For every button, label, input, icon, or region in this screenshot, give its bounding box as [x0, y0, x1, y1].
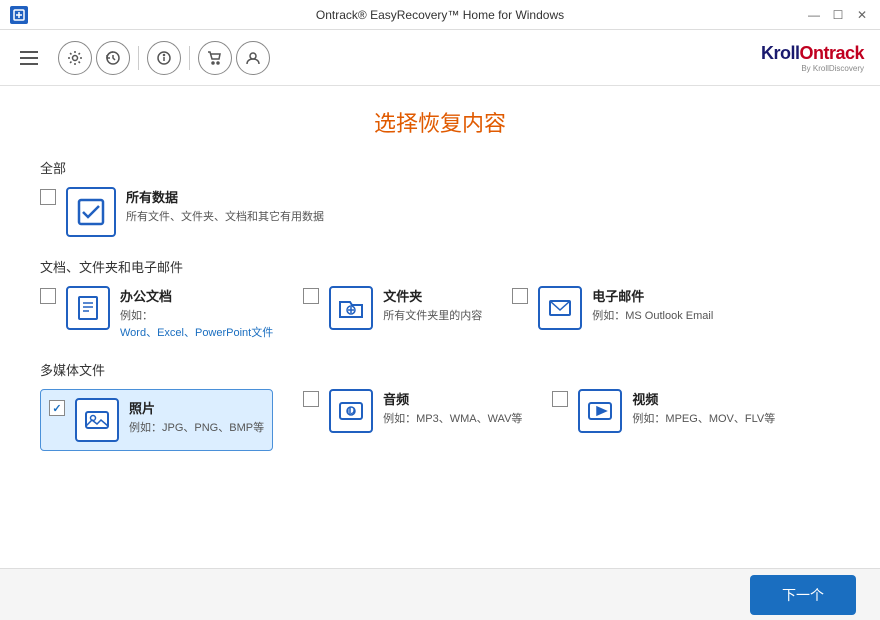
app-icon	[10, 6, 28, 24]
photo-icon-box	[75, 398, 119, 442]
photo-icon	[83, 406, 111, 434]
all-data-option[interactable]: 所有数据 所有文件、文件夹、文档和其它有用数据	[40, 187, 840, 237]
office-name: 办公文档	[120, 286, 273, 305]
next-button[interactable]: 下一个	[750, 575, 856, 615]
video-icon-box	[578, 389, 622, 433]
toolbar-divider-1	[138, 46, 139, 70]
all-data-icon-box	[66, 187, 116, 237]
video-icon	[586, 397, 614, 425]
page-title: 选择恢复内容	[40, 106, 840, 138]
section-docs-label: 文档、文件夹和电子邮件	[40, 257, 840, 276]
brand-logo: KrollOntrack By KrollDiscovery	[761, 43, 864, 73]
section-media-label: 多媒体文件	[40, 360, 840, 379]
office-option[interactable]: 办公文档 例如： Word、Excel、PowerPoint文件	[40, 286, 273, 340]
docs-options-row: 办公文档 例如： Word、Excel、PowerPoint文件	[40, 286, 840, 340]
audio-sub: 例如：MP3、WMA、WAV等	[383, 410, 522, 426]
history-button[interactable]	[96, 41, 130, 75]
window-title: Ontrack® EasyRecovery™ Home for Windows	[316, 8, 564, 22]
section-all-label: 全部	[40, 158, 840, 177]
video-checkbox[interactable]	[552, 391, 568, 407]
info-button[interactable]	[147, 41, 181, 75]
office-text: 办公文档 例如： Word、Excel、PowerPoint文件	[120, 286, 273, 340]
folder-icon	[337, 294, 365, 322]
audio-text: 音频 例如：MP3、WMA、WAV等	[383, 389, 522, 426]
title-bar-left	[10, 6, 28, 24]
title-bar: Ontrack® EasyRecovery™ Home for Windows …	[0, 0, 880, 30]
close-button[interactable]: ✕	[854, 7, 870, 23]
footer-bar: 下一个	[0, 568, 880, 620]
photo-text: 照片 例如：JPG、PNG、BMP等	[129, 398, 264, 435]
all-data-icon	[75, 196, 107, 228]
title-bar-controls: — ☐ ✕	[806, 7, 870, 23]
toolbar: KrollOntrack By KrollDiscovery	[0, 30, 880, 86]
office-sub: 例如：	[120, 307, 273, 323]
photo-checkbox[interactable]	[49, 400, 65, 416]
section-docs: 文档、文件夹和电子邮件 办公文档 例如： Word、Excel、PowerPoi	[40, 257, 840, 340]
audio-icon	[337, 397, 365, 425]
folder-icon-box	[329, 286, 373, 330]
email-sub: 例如：MS Outlook Email	[592, 307, 713, 323]
maximize-button[interactable]: ☐	[830, 7, 846, 23]
folder-name: 文件夹	[383, 286, 482, 305]
media-options-row: 照片 例如：JPG、PNG、BMP等	[40, 389, 840, 451]
audio-checkbox[interactable]	[303, 391, 319, 407]
all-data-name: 所有数据	[126, 187, 324, 206]
video-option[interactable]: 视频 例如：MPEG、MOV、FLV等	[552, 389, 775, 433]
office-icon-box	[66, 286, 110, 330]
audio-name: 音频	[383, 389, 522, 408]
brand-area: KrollOntrack By KrollDiscovery	[761, 43, 864, 73]
section-media: 多媒体文件 照片 例如：JPG、PNG、BMP等	[40, 360, 840, 451]
settings-button[interactable]	[58, 41, 92, 75]
office-icon	[74, 294, 102, 322]
cart-button[interactable]	[198, 41, 232, 75]
email-icon	[546, 294, 574, 322]
toolbar-left	[16, 41, 270, 75]
email-checkbox[interactable]	[512, 288, 528, 304]
folder-text: 文件夹 所有文件夹里的内容	[383, 286, 482, 323]
all-data-text: 所有数据 所有文件、文件夹、文档和其它有用数据	[126, 187, 324, 224]
office-checkbox[interactable]	[40, 288, 56, 304]
audio-option[interactable]: 音频 例如：MP3、WMA、WAV等	[303, 389, 522, 433]
section-all: 全部 所有数据 所有文件、文件夹、文档和其它有用数据	[40, 158, 840, 237]
all-data-checkbox[interactable]	[40, 189, 56, 205]
video-sub: 例如：MPEG、MOV、FLV等	[632, 410, 775, 426]
email-name: 电子邮件	[592, 286, 713, 305]
main-content: 选择恢复内容 全部 所有数据 所有文件、文件夹、文档和其它有用数据 文档、文件夹…	[0, 86, 880, 568]
email-option[interactable]: 电子邮件 例如：MS Outlook Email	[512, 286, 713, 330]
video-name: 视频	[632, 389, 775, 408]
all-data-desc: 所有文件、文件夹、文档和其它有用数据	[126, 208, 324, 224]
folder-option[interactable]: 文件夹 所有文件夹里的内容	[303, 286, 482, 330]
minimize-button[interactable]: —	[806, 7, 822, 23]
photo-option[interactable]: 照片 例如：JPG、PNG、BMP等	[40, 389, 273, 451]
photo-sub: 例如：JPG、PNG、BMP等	[129, 419, 264, 435]
folder-checkbox[interactable]	[303, 288, 319, 304]
audio-icon-box	[329, 389, 373, 433]
user-button[interactable]	[236, 41, 270, 75]
email-text: 电子邮件 例如：MS Outlook Email	[592, 286, 713, 323]
menu-button[interactable]	[16, 47, 42, 69]
photo-name: 照片	[129, 398, 264, 417]
video-text: 视频 例如：MPEG、MOV、FLV等	[632, 389, 775, 426]
toolbar-icons	[58, 41, 270, 75]
email-icon-box	[538, 286, 582, 330]
toolbar-divider-2	[189, 46, 190, 70]
office-subblue: Word、Excel、PowerPoint文件	[120, 324, 273, 340]
folder-sub: 所有文件夹里的内容	[383, 307, 482, 323]
